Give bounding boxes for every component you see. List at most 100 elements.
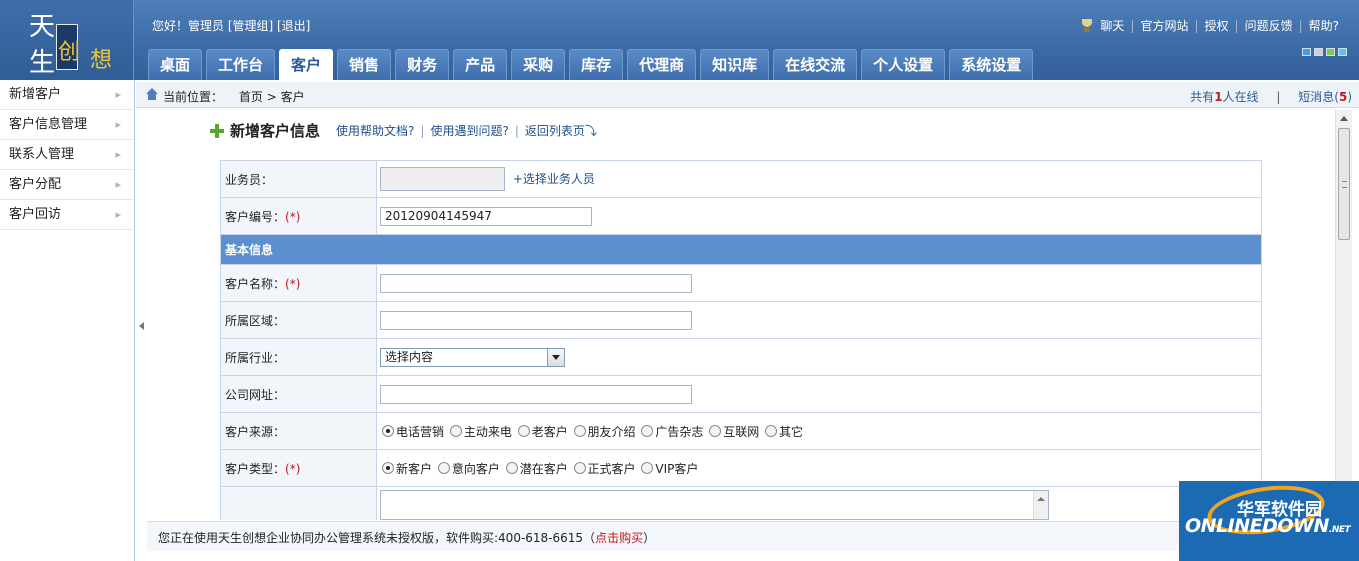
nav-tab-product[interactable]: 产品 — [453, 49, 508, 80]
link-separator: | — [1194, 18, 1199, 33]
type-radio-new[interactable] — [382, 462, 394, 474]
type-radio-formal[interactable] — [573, 462, 586, 474]
customer-type-label: 客户类型： — [225, 461, 286, 476]
source-radio-old-customer[interactable] — [517, 425, 530, 437]
skin-gray-icon[interactable] — [1314, 48, 1323, 56]
section-basic-info-title: 基本信息 — [220, 234, 1262, 265]
nav-tab-purchase[interactable]: 采购 — [511, 49, 566, 80]
home-icon — [146, 88, 158, 100]
license-notice: 您正在使用天生创想企业协同办公管理系统未授权版，软件购买:400-618-661… — [158, 529, 655, 546]
app-logo[interactable]: 天 生 创 想 — [0, 0, 134, 80]
link-license[interactable]: 授权 — [1205, 17, 1229, 34]
required-mark: (*) — [285, 276, 301, 291]
source-option-label: 老客户 — [531, 424, 568, 439]
sidebar-collapse-arrow-icon[interactable] — [139, 322, 144, 330]
skin-cyan-icon[interactable] — [1338, 48, 1347, 56]
nav-tab-system-settings[interactable]: 系统设置 — [949, 49, 1034, 80]
type-radio-vip[interactable] — [641, 462, 654, 474]
skin-green-icon[interactable] — [1326, 48, 1335, 56]
logo-char-3: 创 — [58, 40, 81, 65]
logo-char-2: 生 — [29, 48, 56, 78]
content-scrollbar[interactable] — [1335, 110, 1352, 520]
salesman-field[interactable] — [380, 167, 505, 191]
notes-label — [220, 486, 377, 520]
sidebar-item-assignment[interactable]: 客户分配 ▸ — [0, 170, 133, 200]
nav-tab-workbench[interactable]: 工作台 — [206, 49, 276, 80]
user-greeting[interactable]: 您好！管理员 [管理组] [退出] — [152, 17, 310, 34]
online-divider: | — [1276, 90, 1281, 104]
sidebar-item-new-customer[interactable]: 新增客户 ▸ — [0, 80, 133, 110]
sidebar-item-label: 客户信息管理 — [9, 117, 88, 132]
problem-link[interactable]: 使用遇到问题? — [430, 122, 508, 139]
source-radio-internet[interactable] — [709, 425, 722, 437]
industry-select-value: 选择内容 — [385, 349, 434, 364]
online-status: 共有1人在线 | 短消息(5) — [1190, 88, 1352, 105]
short-message-link[interactable]: 短消息(5) — [1298, 90, 1352, 104]
nav-tab-desktop[interactable]: 桌面 — [148, 49, 203, 80]
nav-tab-customer[interactable]: 客户 — [279, 49, 334, 80]
nav-tab-knowledge[interactable]: 知识库 — [700, 49, 770, 80]
customer-form-table: 业务员： +选择业务人员 客户编号：(*) 20120904145947 基本信… — [220, 160, 1262, 520]
row-customer-code: 客户编号：(*) 20120904145947 — [220, 197, 1262, 235]
nav-tab-personal-settings[interactable]: 个人设置 — [861, 49, 946, 80]
type-option-label: 意向客户 — [451, 461, 500, 476]
source-option-label: 其它 — [779, 424, 804, 439]
link-help[interactable]: 帮助? — [1309, 17, 1339, 34]
customer-name-input[interactable] — [380, 273, 692, 293]
chevron-right-icon: ▸ — [115, 178, 121, 191]
source-radio-other[interactable] — [765, 425, 778, 437]
nav-tab-finance[interactable]: 财务 — [395, 49, 450, 80]
license-notice-bar: 您正在使用天生创想企业协同办公管理系统未授权版，软件购买:400-618-661… — [147, 521, 1359, 551]
source-radio-ads[interactable] — [641, 425, 654, 437]
type-option-label: 新客户 — [396, 461, 433, 476]
nav-tab-online-chat[interactable]: 在线交流 — [773, 49, 858, 80]
license-notice-close: ） — [643, 531, 656, 545]
row-customer-type: 客户类型：(*) 新客户 意向客户 潜在客户 正式客户 VIP客户 — [220, 449, 1262, 487]
logo-char-1: 天 — [29, 12, 56, 42]
nav-tab-agent[interactable]: 代理商 — [627, 49, 697, 80]
source-radio-referral[interactable] — [573, 425, 586, 437]
sidebar-item-customer-info[interactable]: 客户信息管理 ▸ — [0, 110, 133, 140]
source-option-label: 朋友介绍 — [587, 424, 636, 439]
back-to-list-link[interactable]: 返回列表页 — [525, 122, 585, 139]
onlinedown-watermark-logo: 华军软件园 ONLINEDOWN.NET — [1179, 481, 1359, 561]
link-official-site[interactable]: 官方网站 — [1140, 17, 1188, 34]
breadcrumb-home[interactable]: 首页 — [239, 90, 263, 104]
buy-link[interactable]: 点击购买 — [595, 531, 643, 545]
website-input[interactable] — [380, 384, 692, 404]
source-radio-inbound[interactable] — [449, 425, 462, 437]
region-input[interactable] — [380, 310, 692, 330]
sidebar-item-followup[interactable]: 客户回访 ▸ — [0, 200, 133, 230]
help-doc-link[interactable]: 使用帮助文档? — [336, 122, 414, 139]
sidebar: 新增客户 ▸ 客户信息管理 ▸ 联系人管理 ▸ 客户分配 ▸ 客户回访 ▸ — [0, 80, 135, 561]
source-radio-phone[interactable] — [382, 425, 394, 437]
scroll-thumb[interactable] — [1338, 128, 1350, 240]
customer-name-label: 客户名称： — [225, 276, 286, 291]
source-option-label: 主动来电 — [463, 424, 512, 439]
customer-code-input[interactable]: 20120904145947 — [380, 206, 592, 226]
type-option-label: VIP客户 — [655, 461, 699, 476]
logo-char-3-box: 创 — [56, 24, 81, 70]
source-option-label: 广告杂志 — [655, 424, 704, 439]
form-title: 新增客户信息 — [230, 122, 321, 140]
select-salesman-link[interactable]: +选择业务人员 — [513, 172, 595, 186]
skin-blue-icon[interactable] — [1302, 48, 1311, 56]
link-chat[interactable]: 聊天 — [1100, 17, 1124, 34]
textarea-scrollbar[interactable] — [1033, 491, 1048, 519]
type-option-label: 潜在客户 — [519, 461, 568, 476]
short-message-label: 短消息( — [1298, 90, 1339, 104]
link-feedback[interactable]: 问题反馈 — [1245, 17, 1293, 34]
type-radio-intent[interactable] — [437, 462, 450, 474]
nav-tab-sales[interactable]: 销售 — [337, 49, 392, 80]
industry-select[interactable]: 选择内容 — [380, 347, 565, 367]
type-radio-potential[interactable] — [505, 462, 518, 474]
nav-tab-inventory[interactable]: 库存 — [569, 49, 624, 80]
scroll-up-arrow-icon[interactable] — [1340, 116, 1348, 121]
required-mark: (*) — [285, 209, 301, 224]
notes-textarea[interactable] — [380, 490, 1049, 520]
link-separator: | — [1130, 18, 1135, 33]
short-message-close: ) — [1347, 90, 1352, 104]
chevron-down-icon — [547, 348, 564, 366]
online-prefix: 共有 — [1190, 90, 1215, 104]
sidebar-item-contacts[interactable]: 联系人管理 ▸ — [0, 140, 133, 170]
